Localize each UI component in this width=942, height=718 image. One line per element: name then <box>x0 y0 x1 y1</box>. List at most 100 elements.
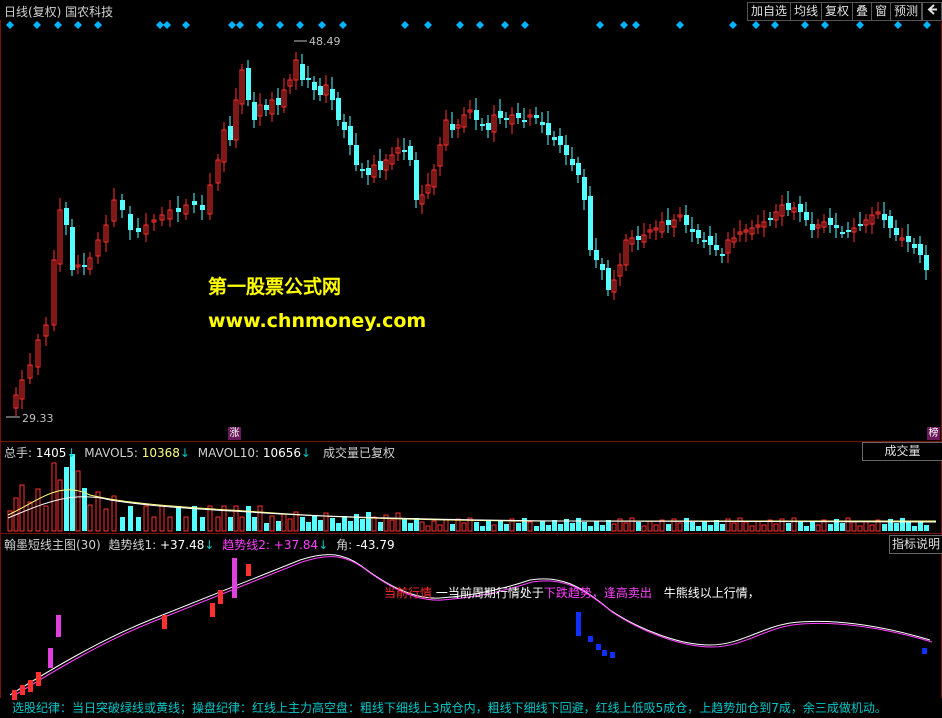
signal-bar <box>922 648 927 654</box>
signal-bar <box>28 680 33 692</box>
volume-bar <box>600 525 605 531</box>
volume-bar <box>552 520 557 531</box>
volume-indicator-divider <box>0 533 942 534</box>
watermark-url: www.chnmoney.com <box>208 310 427 332</box>
candle-body <box>570 159 575 165</box>
annotation-cycle: 一当前周期行情处于 <box>435 586 544 600</box>
volume-bar <box>918 521 923 531</box>
volume-bar <box>791 517 797 532</box>
bang-badge[interactable]: 榜 <box>927 427 940 440</box>
candle-body <box>888 216 893 228</box>
candle-body <box>594 250 599 260</box>
volume-bar <box>761 524 767 532</box>
volume-bar <box>300 517 305 531</box>
volume-bar <box>894 523 899 531</box>
price-extreme-markers <box>6 40 307 418</box>
volume-bar <box>159 505 165 532</box>
chart-canvas[interactable] <box>0 0 942 718</box>
volume-bar <box>516 523 521 531</box>
volume-bar <box>504 524 509 531</box>
candle-body <box>588 196 593 250</box>
volume-bar <box>143 505 149 532</box>
signal-bar <box>576 612 581 636</box>
candle-body <box>840 232 845 234</box>
candle-body <box>306 78 311 80</box>
volume-bar <box>233 505 239 532</box>
volume-bar <box>786 523 791 531</box>
volume-bar <box>414 518 419 531</box>
candle-body <box>486 123 491 130</box>
candle-body <box>522 120 527 122</box>
volume-bar <box>70 454 75 531</box>
volume-bar <box>27 501 33 532</box>
signal-diamond <box>182 21 190 29</box>
volume-button[interactable]: 成交量 <box>862 442 942 461</box>
volume-bar <box>755 520 761 532</box>
volume-bar <box>443 519 449 532</box>
signal-diamond <box>729 21 737 29</box>
volume-bar <box>43 505 49 532</box>
annotation-bull-line: 牛熊线以上行情， <box>663 586 760 600</box>
signal-diamond <box>74 21 82 29</box>
zhang-badge[interactable]: 涨 <box>228 427 241 440</box>
candle-body <box>924 255 929 270</box>
trend-line-2 <box>11 556 933 698</box>
volume-bar <box>743 521 749 532</box>
volume-bar <box>402 519 407 531</box>
volume-bar <box>264 523 269 531</box>
candle-body <box>474 110 479 120</box>
candle-body <box>714 245 719 250</box>
signal-diamond <box>318 21 326 29</box>
indicator-name: 翰墨短线主图(30) <box>4 538 101 552</box>
volume-bar <box>389 519 395 532</box>
signal-diamond <box>424 21 432 29</box>
indicator-help-button[interactable]: 指标说明 <box>889 535 942 554</box>
candle-body <box>300 64 305 80</box>
signal-bar <box>210 603 215 617</box>
candle-body <box>276 98 281 105</box>
volume-bar <box>480 526 485 531</box>
signal-diamond <box>771 21 779 29</box>
candle-body <box>516 113 521 118</box>
candle-body <box>804 212 809 220</box>
candle-body <box>70 227 75 270</box>
candle-body <box>828 218 833 225</box>
candle-body <box>128 214 133 230</box>
volume-bar <box>183 516 189 532</box>
volume-bar <box>851 521 857 532</box>
volume-bar <box>371 516 377 532</box>
candle-body <box>402 150 407 152</box>
volume-bar <box>684 518 689 531</box>
volume-bar <box>828 524 833 531</box>
candle-body <box>348 126 353 145</box>
trend1-value: +37.48 <box>159 538 205 552</box>
candle-body <box>480 124 485 126</box>
annotation-sell: ，逢高卖出 <box>591 586 652 600</box>
signal-diamond <box>54 21 62 29</box>
volume-bar <box>257 505 263 532</box>
volume-bar <box>677 522 683 532</box>
signal-diamond <box>94 21 102 29</box>
candle-body <box>136 228 141 232</box>
volume-bar <box>312 515 317 531</box>
price-volume-divider <box>0 441 942 442</box>
volume-legend: 总手: 1405↓ MAVOL5: 10368↓ MAVOL10: 10656↓… <box>4 444 395 461</box>
mavol10-value: 10656 <box>262 446 302 460</box>
volume-bar <box>810 521 815 531</box>
volume-bar <box>804 526 809 531</box>
candle-body <box>606 268 611 290</box>
mavol5-value: 10368 <box>141 446 180 460</box>
volume-bar <box>863 520 869 532</box>
candle-body <box>312 82 317 90</box>
signal-bar <box>218 590 223 604</box>
signal-diamond <box>923 21 931 29</box>
volume-bar <box>450 524 455 531</box>
candle-body <box>176 208 181 212</box>
volume-bar <box>366 512 371 531</box>
signal-bar <box>246 564 251 576</box>
volume-bar <box>318 520 323 531</box>
volume-bar <box>51 462 57 532</box>
candle-body <box>768 218 773 220</box>
left-border <box>0 20 1 698</box>
mavol10-label: MAVOL10: <box>197 446 263 460</box>
